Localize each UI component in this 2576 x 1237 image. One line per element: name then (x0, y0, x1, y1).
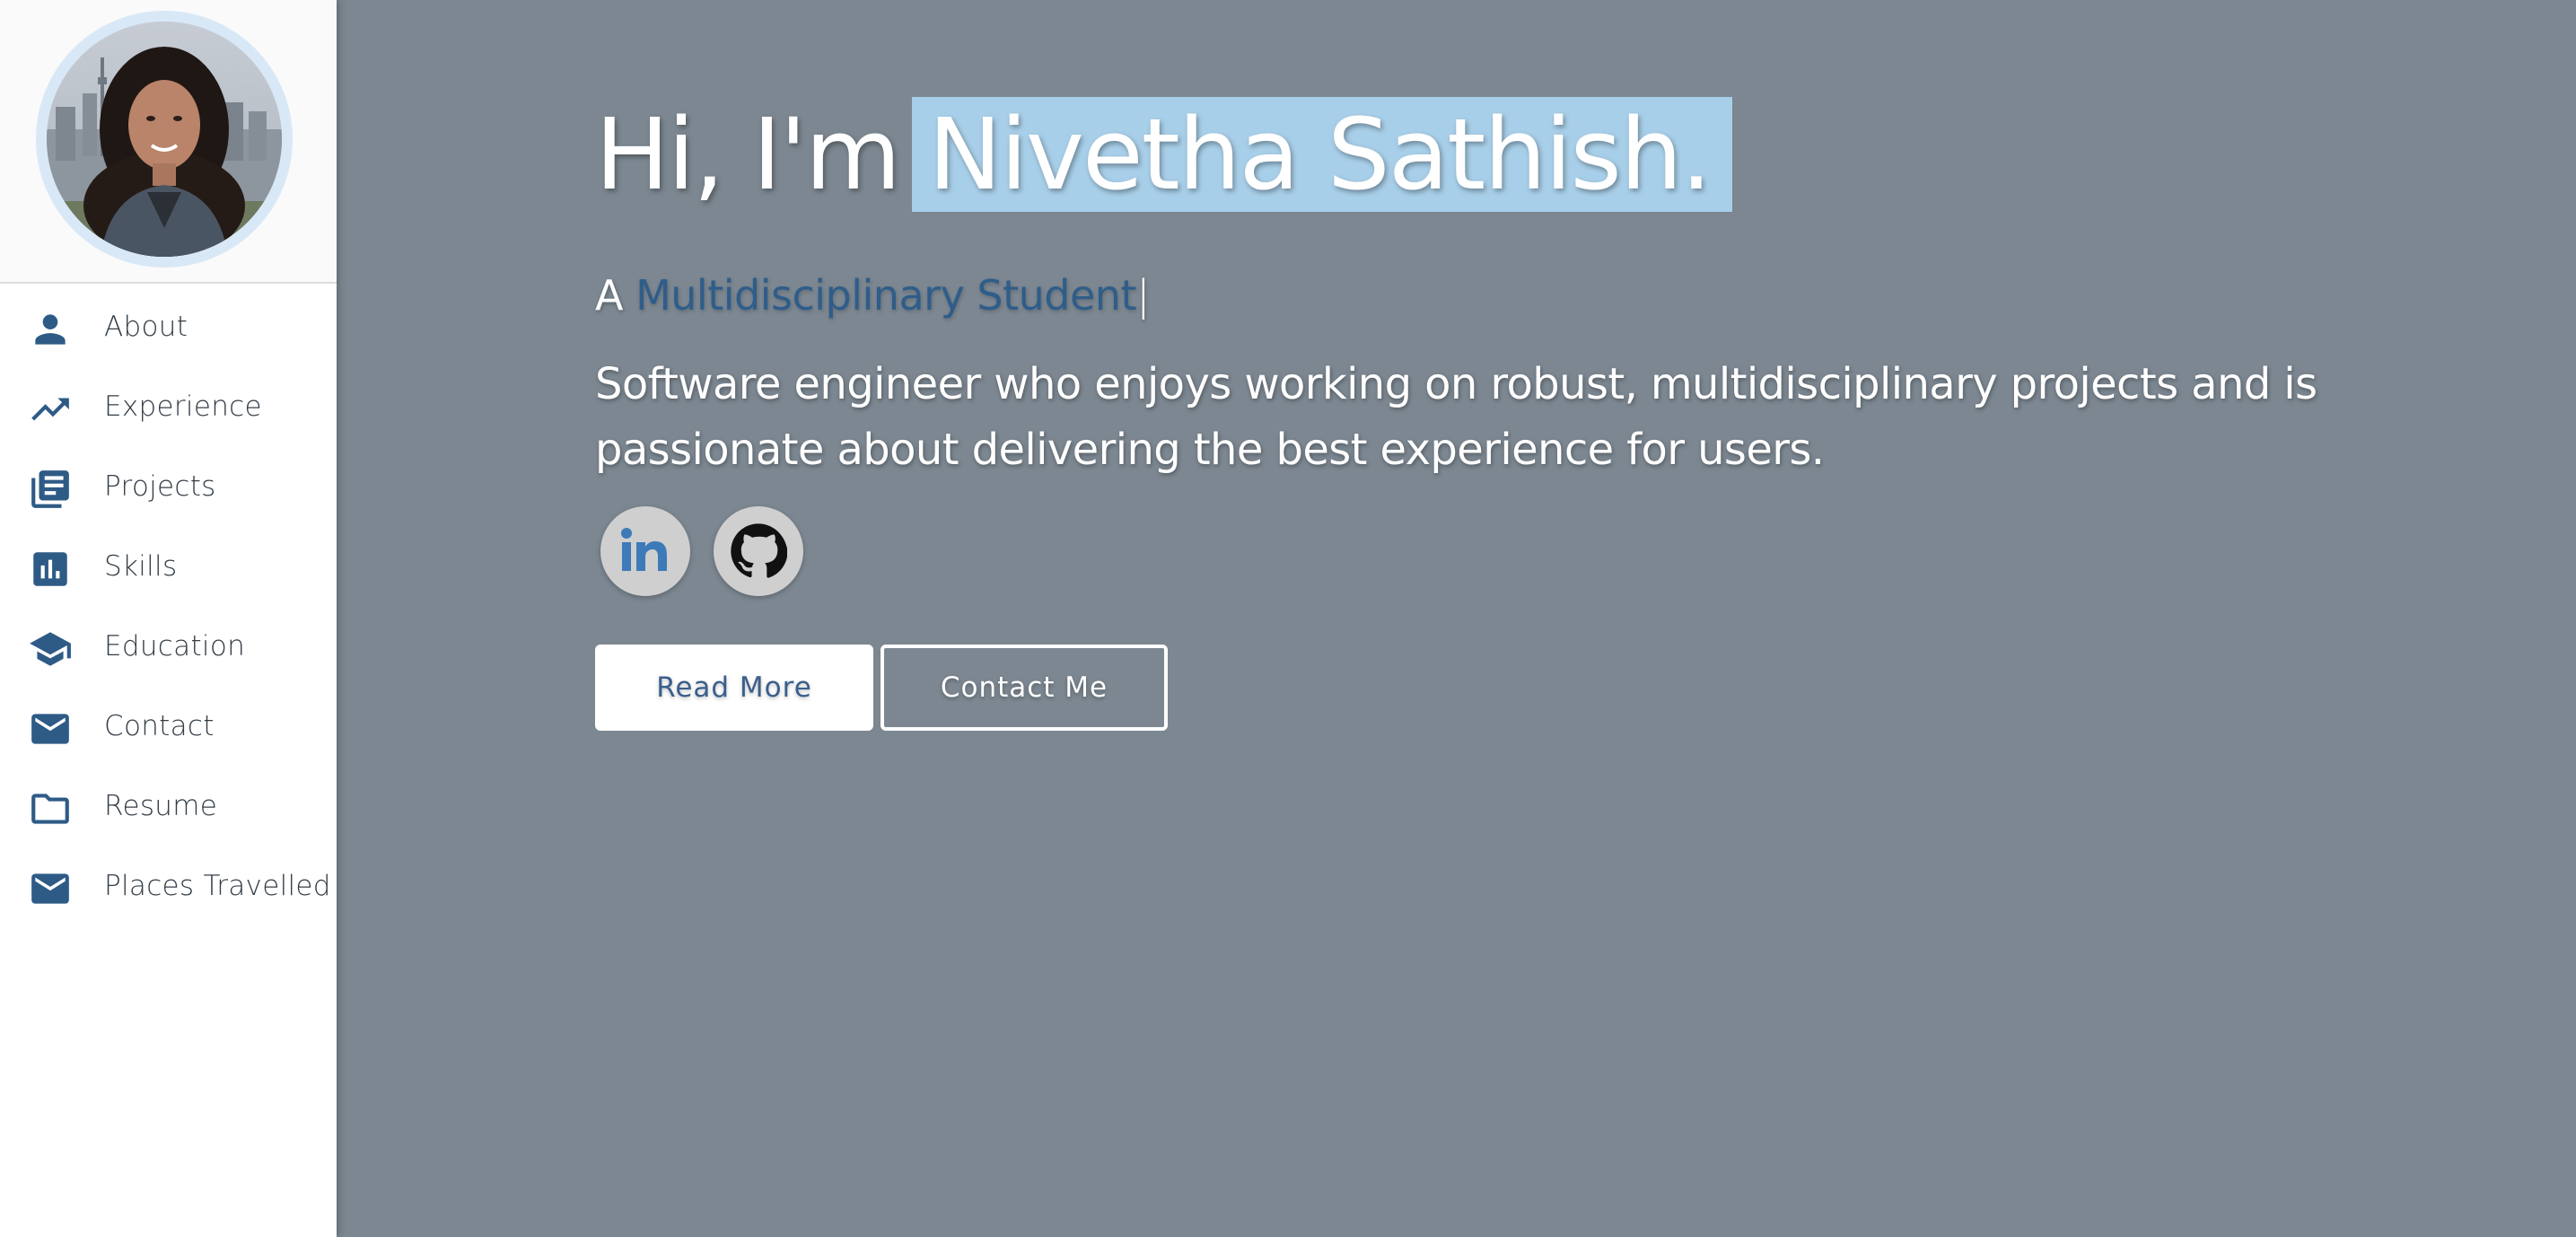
mail-icon (25, 866, 75, 911)
mail-icon (25, 706, 75, 751)
avatar-photo (47, 22, 282, 257)
contact-me-button[interactable]: Contact Me (881, 645, 1168, 731)
sidebar-item-about[interactable]: About (0, 287, 337, 367)
sidebar-item-label: Skills (104, 550, 178, 583)
hero-greeting: Hi, I'm (595, 97, 901, 212)
github-button[interactable] (714, 506, 803, 596)
sidebar-item-label: Resume (104, 790, 218, 822)
hero-title: Hi, I'm Nivetha Sathish. (595, 94, 1732, 215)
hero-role: Multidisciplinary Student (635, 271, 1136, 320)
read-more-button[interactable]: Read More (595, 645, 873, 731)
linkedin-icon (621, 528, 667, 571)
sidebar-item-label: Places Travelled (104, 870, 331, 902)
subtitle-prefix: A (595, 271, 623, 320)
sidebar-item-label: About (104, 311, 188, 343)
school-icon (25, 627, 75, 671)
hero-name: Nivetha Sathish. (912, 97, 1732, 212)
github-icon (731, 523, 787, 578)
hero-subtitle: A Multidisciplinary Student| (595, 271, 1151, 320)
trending-up-icon (25, 387, 75, 432)
sidebar-item-projects[interactable]: Projects (0, 447, 337, 527)
sidebar-item-resume[interactable]: Resume (0, 767, 337, 847)
avatar-area (0, 0, 337, 284)
sidebar-item-skills[interactable]: Skills (0, 527, 337, 607)
linkedin-button[interactable] (600, 506, 690, 596)
typing-caret: | (1136, 271, 1151, 320)
bar-chart-icon (25, 547, 75, 592)
person-icon (25, 307, 75, 352)
avatar[interactable] (36, 11, 293, 268)
hero-tagline: Software engineer who enjoys working on … (595, 359, 2318, 475)
sidebar-item-label: Projects (104, 470, 216, 503)
sidebar-item-experience[interactable]: Experience (0, 367, 337, 447)
hero-section: Hi, I'm Nivetha Sathish. A Multidisciplin… (338, 0, 2576, 1237)
sidebar-item-label: Contact (104, 710, 215, 742)
folder-icon (25, 786, 75, 831)
sidebar-item-label: Experience (104, 390, 262, 423)
sidebar: About Experience Projects Skills Educati… (0, 0, 337, 1237)
sidebar-item-education[interactable]: Education (0, 607, 337, 687)
sidebar-item-contact[interactable]: Contact (0, 687, 337, 767)
sidebar-item-label: Education (104, 630, 246, 662)
sidebar-item-places-travelled[interactable]: Places Travelled (0, 847, 337, 926)
library-books-icon (25, 467, 75, 512)
